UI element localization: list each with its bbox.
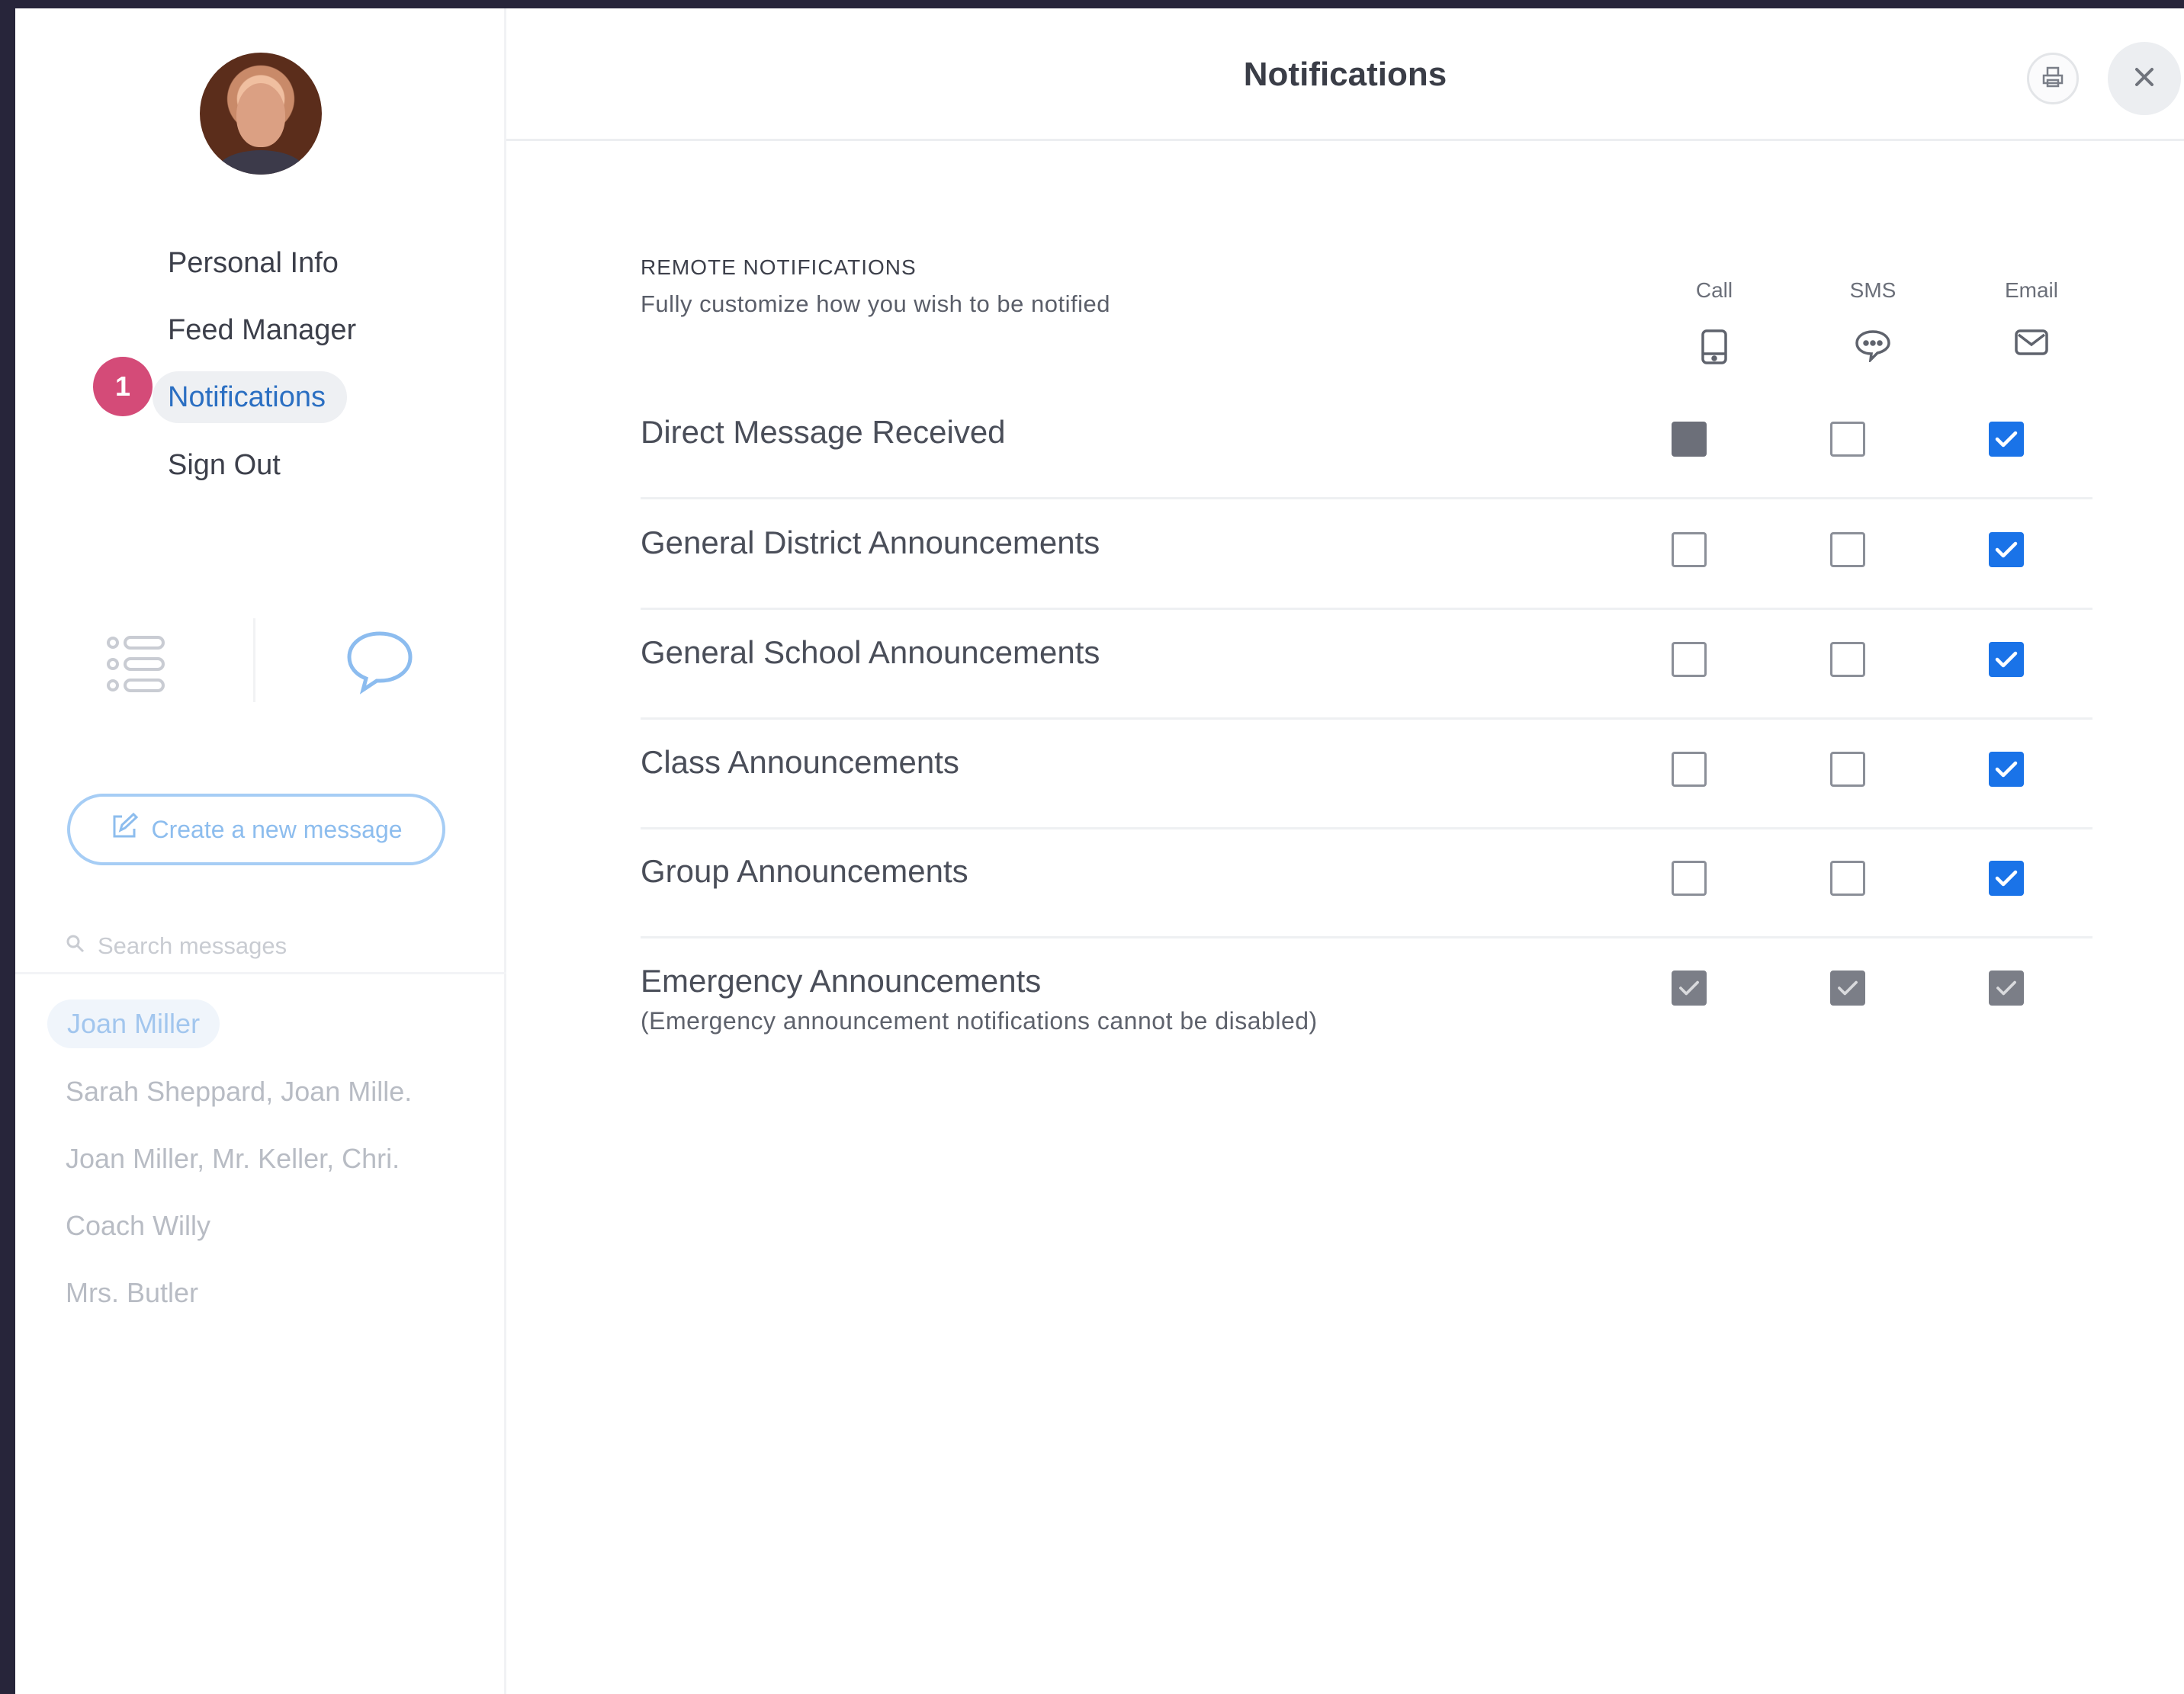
close-icon: [2132, 65, 2157, 93]
nav-item-notifications[interactable]: Notifications: [153, 371, 347, 423]
column-call-label: Call: [1695, 278, 1733, 302]
envelope-icon: [1970, 329, 2092, 356]
print-button[interactable]: [2027, 53, 2079, 104]
check-icon: [1679, 980, 1699, 996]
checkbox-email[interactable]: [1989, 752, 2024, 787]
page-title: Notifications: [1243, 56, 1447, 93]
checkbox-call[interactable]: [1672, 752, 1707, 787]
check-icon: [1995, 431, 2018, 448]
checkbox-sms-locked: [1830, 971, 1865, 1006]
column-email-label: Email: [2004, 278, 2058, 302]
view-toggle: [15, 618, 506, 710]
checkbox-sms[interactable]: [1830, 752, 1865, 787]
nav-item-sign-out[interactable]: Sign Out: [168, 439, 281, 491]
row-group-announcements: Group Announcements: [641, 829, 2092, 938]
close-button[interactable]: [2108, 42, 2181, 115]
checkbox-call[interactable]: [1672, 532, 1707, 567]
row-class-announcements: Class Announcements: [641, 720, 2092, 829]
column-sms-label: SMS: [1849, 278, 1897, 302]
checkbox-email[interactable]: [1989, 422, 2024, 457]
toggle-divider: [253, 618, 255, 702]
checkbox-email[interactable]: [1989, 532, 2024, 567]
search-input[interactable]: [98, 932, 464, 960]
search-icon: [66, 932, 85, 960]
checkbox-sms[interactable]: [1830, 532, 1865, 567]
sms-bubble-icon: [1812, 329, 1934, 362]
row-emergency-announcements: Emergency Announcements (Emergency annou…: [641, 938, 2092, 1068]
checkbox-call-locked: [1672, 971, 1707, 1006]
check-icon: [1995, 651, 2018, 668]
print-icon: [2041, 66, 2064, 91]
conversation-item-coach-willy[interactable]: Coach Willy: [66, 1202, 477, 1250]
check-icon: [1995, 541, 2018, 558]
chat-bubble-icon[interactable]: [345, 629, 415, 698]
avatar[interactable]: [200, 53, 322, 175]
avatar-face: [236, 83, 285, 147]
create-message-label: Create a new message: [151, 815, 403, 843]
section-title: REMOTE NOTIFICATIONS: [641, 255, 917, 279]
nav-item-feed-manager[interactable]: Feed Manager: [168, 304, 356, 356]
avatar-shoulders: [215, 150, 307, 175]
nav-item-personal-info[interactable]: Personal Info: [168, 237, 339, 289]
compose-icon: [110, 812, 139, 847]
checkbox-email[interactable]: [1989, 642, 2024, 677]
checkbox-email-locked: [1989, 971, 2024, 1006]
header: Notifications: [506, 8, 2184, 141]
row-district-announcements: General District Announcements: [641, 500, 2092, 610]
checkbox-sms[interactable]: [1830, 422, 1865, 457]
row-label: Emergency Announcements: [641, 963, 1042, 999]
checkbox-call[interactable]: [1672, 422, 1707, 457]
search-bar: [66, 923, 493, 969]
row-label: Group Announcements: [641, 853, 968, 889]
check-icon: [1838, 980, 1858, 996]
row-school-announcements: General School Announcements: [641, 610, 2092, 720]
checkbox-sms[interactable]: [1830, 642, 1865, 677]
check-icon: [1995, 870, 2018, 887]
check-icon: [1995, 761, 2018, 778]
row-direct-message: Direct Message Received: [641, 390, 2092, 499]
row-label: General District Announcements: [641, 525, 1100, 560]
step-badge: 1: [93, 357, 153, 416]
main-panel: Notifications REMOTE NOTIFICATIONS Fully…: [506, 8, 2184, 1694]
search-divider: [15, 972, 506, 974]
checkbox-call[interactable]: [1672, 861, 1707, 896]
row-label: Direct Message Received: [641, 414, 1006, 450]
sidebar: Personal Info Feed Manager Notifications…: [15, 8, 506, 1694]
checkbox-email[interactable]: [1989, 861, 2024, 896]
conversation-item-sarah-sheppard[interactable]: Sarah Sheppard, Joan Mille.: [66, 1067, 477, 1116]
list-view-icon[interactable]: [105, 634, 166, 698]
checkbox-sms[interactable]: [1830, 861, 1865, 896]
app-window: Personal Info Feed Manager Notifications…: [15, 8, 2184, 1694]
conversation-item-joan-miller[interactable]: Joan Miller: [47, 999, 220, 1048]
checkbox-call[interactable]: [1672, 642, 1707, 677]
create-message-button[interactable]: Create a new message: [67, 794, 445, 865]
conversation-item-mrs-butler[interactable]: Mrs. Butler: [66, 1269, 477, 1317]
row-label: General School Announcements: [641, 634, 1100, 670]
conversation-item-joan-miller-group[interactable]: Joan Miller, Mr. Keller, Chri.: [66, 1134, 477, 1183]
row-label: Class Announcements: [641, 744, 959, 780]
row-note: (Emergency announcement notifications ca…: [641, 1007, 1318, 1035]
section-subtitle: Fully customize how you wish to be notif…: [641, 290, 1110, 317]
check-icon: [1996, 980, 2016, 996]
phone-icon: [1653, 329, 1775, 365]
